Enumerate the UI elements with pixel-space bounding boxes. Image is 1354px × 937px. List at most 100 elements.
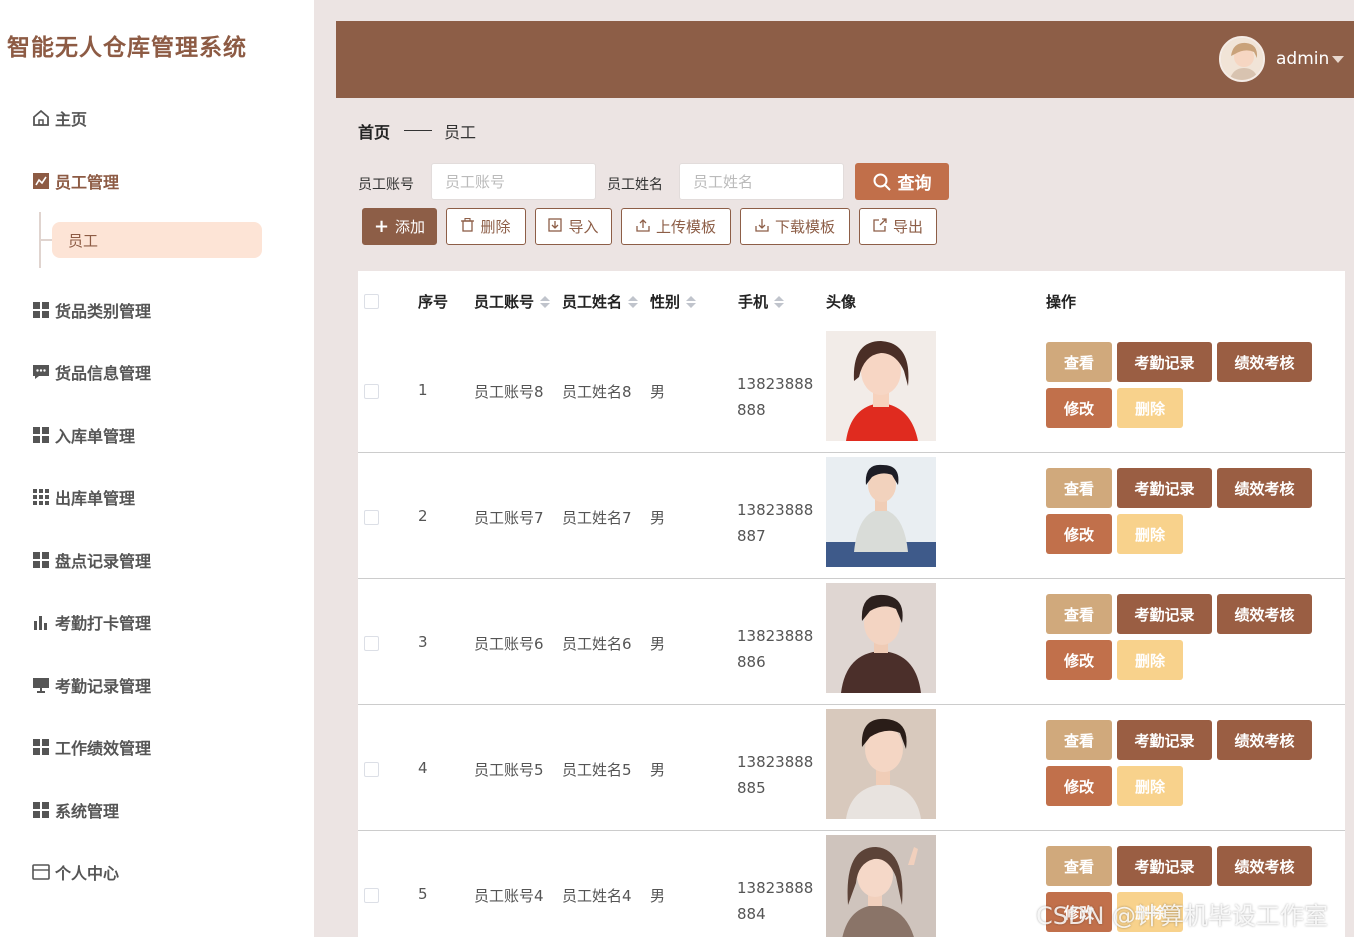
cell-account: 员工账号8 [474, 383, 544, 401]
employee-photo[interactable] [826, 835, 936, 937]
top-header: admin [336, 21, 1354, 98]
employee-photo[interactable] [826, 457, 936, 567]
select-all-checkbox[interactable] [364, 294, 379, 309]
sidebar-item-label: 入库单管理 [55, 427, 136, 446]
performance-review-button[interactable]: 绩效考核 [1217, 846, 1312, 886]
attendance-record-button[interactable]: 考勤记录 [1117, 468, 1212, 508]
username[interactable]: admin [1276, 49, 1329, 69]
grid9-icon [32, 488, 50, 506]
attendance-record-button[interactable]: 考勤记录 [1117, 342, 1212, 382]
delete-label: 删除 [480, 218, 511, 236]
grid-icon [32, 801, 50, 819]
delete-button[interactable]: 删除 [446, 208, 526, 245]
row-delete-button[interactable]: 删除 [1117, 388, 1183, 428]
sidebar-item-goods-info[interactable]: 货品信息管理 [32, 360, 151, 384]
sort-icon[interactable] [628, 295, 639, 308]
performance-review-button[interactable]: 绩效考核 [1217, 720, 1312, 760]
row-checkbox[interactable] [364, 510, 379, 525]
cell-name: 员工姓名6 [562, 635, 632, 653]
row-checkbox[interactable] [364, 636, 379, 651]
sidebar-item-inventory-check[interactable]: 盘点记录管理 [32, 548, 151, 572]
attendance-record-button[interactable]: 考勤记录 [1117, 594, 1212, 634]
sidebar-item-performance[interactable]: 工作绩效管理 [32, 735, 151, 759]
import-button[interactable]: 导入 [535, 208, 612, 245]
header-name[interactable]: 员工姓名 [562, 291, 639, 312]
grid-icon [32, 426, 50, 444]
download-template-button[interactable]: 下载模板 [740, 208, 850, 245]
header-phone[interactable]: 手机 [738, 291, 785, 312]
sidebar-item-label: 出库单管理 [55, 489, 136, 508]
view-button[interactable]: 查看 [1046, 468, 1112, 508]
sidebar-item-label: 考勤打卡管理 [55, 614, 152, 633]
edit-button[interactable]: 修改 [1046, 388, 1112, 428]
sort-icon[interactable] [774, 295, 785, 308]
performance-review-button[interactable]: 绩效考核 [1217, 342, 1312, 382]
header-index: 序号 [418, 293, 449, 311]
edit-button[interactable]: 修改 [1046, 766, 1112, 806]
avatar[interactable] [1219, 36, 1265, 82]
download-template-label: 下载模板 [774, 218, 835, 236]
header-avatar: 头像 [826, 293, 857, 311]
view-button[interactable]: 查看 [1046, 720, 1112, 760]
sidebar-item-outbound[interactable]: 出库单管理 [32, 485, 135, 509]
cell-name: 员工姓名5 [562, 761, 632, 779]
upload-template-button[interactable]: 上传模板 [621, 208, 731, 245]
edit-button[interactable]: 修改 [1046, 514, 1112, 554]
row-delete-button[interactable]: 删除 [1117, 766, 1183, 806]
employee-table: 序号 员工账号 员工姓名 性别 手机 头像 操作 1 员工账号8 员工姓名8 男… [358, 271, 1345, 937]
sidebar-item-label: 员工管理 [55, 173, 120, 192]
row-delete-button[interactable]: 删除 [1117, 640, 1183, 680]
sidebar-item-system[interactable]: 系统管理 [32, 798, 119, 822]
account-label: 员工账号 [358, 177, 414, 193]
sidebar-item-label: 考勤记录管理 [55, 677, 152, 696]
header-account[interactable]: 员工账号 [474, 291, 551, 312]
account-search-input[interactable] [431, 163, 596, 200]
header-actions: 操作 [1046, 293, 1077, 311]
employee-photo[interactable] [826, 331, 936, 441]
edit-button[interactable]: 修改 [1046, 640, 1112, 680]
sort-icon[interactable] [686, 295, 697, 308]
sidebar-item-attendance-punch[interactable]: 考勤打卡管理 [32, 610, 151, 634]
attendance-record-button[interactable]: 考勤记录 [1117, 846, 1212, 886]
row-checkbox[interactable] [364, 762, 379, 777]
sidebar-item-employee-management[interactable]: 员工管理 [32, 169, 119, 193]
sidebar-item-attendance-record[interactable]: 考勤记录管理 [32, 673, 151, 697]
cell-name: 员工姓名7 [562, 509, 632, 527]
employee-photo[interactable] [826, 709, 936, 819]
table-row: 2 员工账号7 员工姓名7 男 13823888887 查看 考勤记录 绩效考核… [358, 453, 1345, 579]
row-delete-button[interactable]: 删除 [1117, 514, 1183, 554]
row-checkbox[interactable] [364, 888, 379, 903]
view-button[interactable]: 查看 [1046, 594, 1112, 634]
import-icon [548, 217, 563, 236]
cell-phone: 13823888886 [737, 627, 814, 671]
sidebar-item-label: 工作绩效管理 [55, 739, 152, 758]
add-button[interactable]: + 添加 [362, 208, 437, 245]
performance-review-button[interactable]: 绩效考核 [1217, 594, 1312, 634]
view-button[interactable]: 查看 [1046, 846, 1112, 886]
export-button[interactable]: 导出 [859, 208, 937, 245]
cell-index: 4 [418, 759, 428, 777]
breadcrumb-home[interactable]: 首页 [358, 119, 390, 143]
sidebar-item-profile[interactable]: 个人中心 [32, 860, 119, 884]
view-button[interactable]: 查看 [1046, 342, 1112, 382]
name-search-input[interactable] [679, 163, 844, 200]
cell-phone: 13823888888 [737, 375, 814, 419]
sidebar-item-label: 盘点记录管理 [55, 552, 152, 571]
sidebar-item-label: 系统管理 [55, 802, 120, 821]
sidebar-item-inbound[interactable]: 入库单管理 [32, 423, 135, 447]
sort-icon[interactable] [540, 295, 551, 308]
cell-name: 员工姓名4 [562, 887, 632, 905]
caret-down-icon[interactable] [1332, 56, 1344, 63]
performance-review-button[interactable]: 绩效考核 [1217, 468, 1312, 508]
breadcrumb-separator [404, 130, 432, 131]
employee-photo[interactable] [826, 583, 936, 693]
header-gender[interactable]: 性别 [650, 291, 697, 312]
row-checkbox[interactable] [364, 384, 379, 399]
sidebar-item-home[interactable]: 主页 [32, 106, 87, 130]
sidebar-item-goods-category[interactable]: 货品类别管理 [32, 298, 151, 322]
query-button[interactable]: 查询 [855, 163, 949, 200]
cell-index: 1 [418, 381, 428, 399]
cell-account: 员工账号5 [474, 761, 544, 779]
sidebar-subitem-employee[interactable]: 员工 [52, 222, 262, 258]
attendance-record-button[interactable]: 考勤记录 [1117, 720, 1212, 760]
